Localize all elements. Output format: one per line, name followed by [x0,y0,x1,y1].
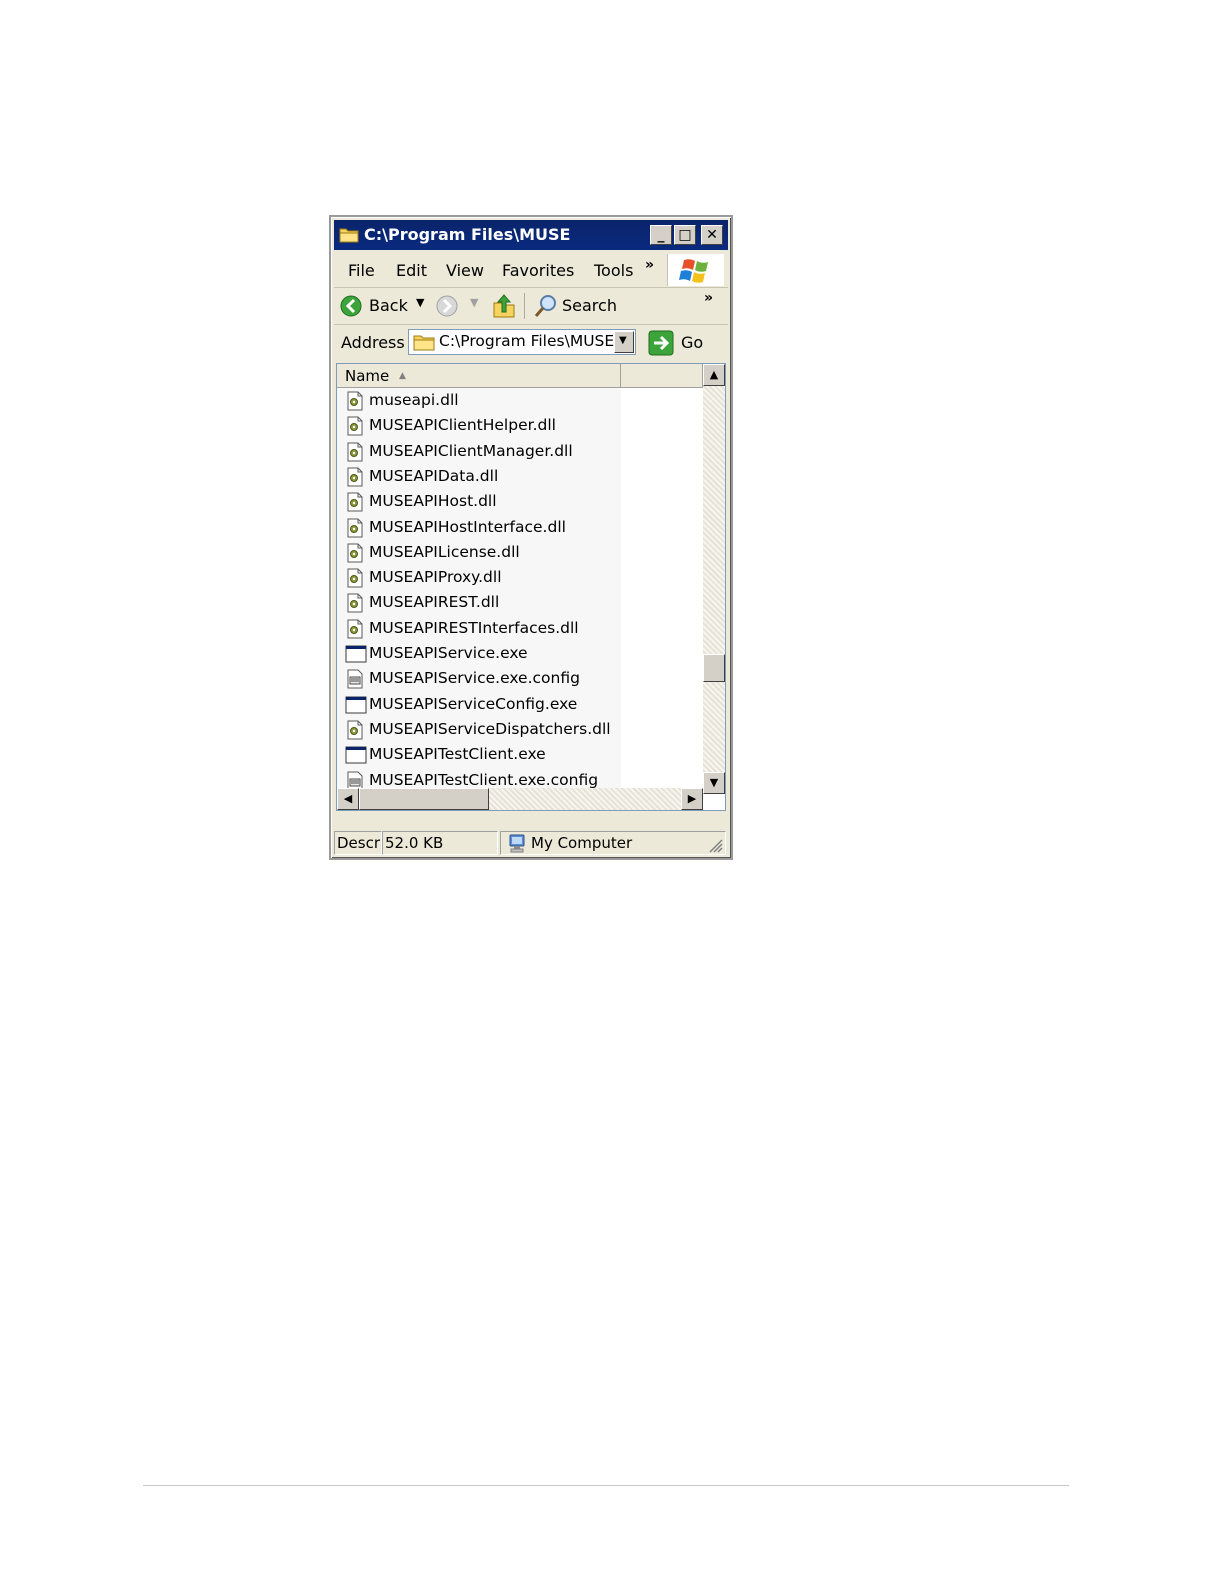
close-icon: ✕ [706,227,718,243]
file-name: MUSEAPIService.exe [369,644,528,662]
windows-logo [667,254,724,286]
menu-file[interactable]: File [348,261,375,280]
status-bar: Descri 52.0 KB My Computer [334,829,728,857]
toolbar-overflow-chevron-icon[interactable]: » [704,290,713,306]
minimize-button[interactable]: _ [650,225,672,245]
folder-up-icon[interactable] [492,293,516,319]
file-name: MUSEAPIData.dll [369,466,499,485]
address-dropdown-button[interactable]: ▼ [614,331,634,353]
column-header-empty[interactable] [621,364,703,388]
scroll-up-button[interactable]: ▲ [703,364,725,386]
config-icon [345,669,365,689]
scroll-down-button[interactable]: ▼ [703,772,725,794]
file-name: MUSEAPIHostInterface.dll [369,517,566,536]
back-arrow-icon[interactable] [340,295,362,317]
maximize-button[interactable]: □ [674,225,696,245]
close-button[interactable]: ✕ [701,225,723,245]
dll-icon [345,492,365,512]
resize-grip-icon[interactable] [707,837,723,853]
status-size: 52.0 KB [382,831,498,855]
address-value: C:\Program Files\MUSE [439,332,615,350]
file-name: MUSEAPIREST.dll [369,593,500,612]
go-arrow-icon[interactable] [648,330,674,356]
dll-icon [345,568,365,588]
file-name: MUSEAPIProxy.dll [369,568,502,587]
forward-dropdown-icon[interactable]: ▼ [470,296,478,309]
file-name: museapi.dll [369,391,459,409]
status-zone: My Computer [500,831,726,855]
window-title: C:\Program Files\MUSE [364,225,571,244]
title-bar[interactable]: C:\Program Files\MUSE _ □ ✕ [334,220,728,250]
dll-icon [345,467,365,487]
scroll-left-button[interactable]: ◀ [337,788,359,810]
file-name: MUSEAPIRESTInterfaces.dll [369,618,579,637]
arrow-up-icon: ▲ [709,368,719,381]
dll-icon [345,442,365,462]
forward-arrow-icon[interactable] [436,295,458,317]
address-bar: Address C:\Program Files\MUSE ▼ Go [334,325,728,361]
horizontal-scrollbar[interactable]: ◀ ▶ [337,788,703,810]
dll-icon [345,416,365,436]
dll-icon [345,619,365,639]
file-name: MUSEAPIServiceDispatchers.dll [369,719,611,738]
menu-bar: File Edit View Favorites Tools » [334,253,728,288]
explorer-window: C:\Program Files\MUSE _ □ ✕ File Edit Vi… [329,215,733,860]
folder-icon [339,228,359,243]
dll-icon [345,391,365,411]
dll-icon [345,593,365,613]
back-dropdown-icon[interactable]: ▼ [416,296,424,309]
address-field[interactable]: C:\Program Files\MUSE ▼ [408,329,636,355]
status-description: Descri [334,831,382,855]
standard-toolbar: Back ▼ ▼ Search » [334,288,728,325]
file-name: MUSEAPIClientHelper.dll [369,416,556,435]
file-list[interactable]: Name ▲ museapi.dll MUSEAPIClientHelper.dl… [336,363,726,811]
address-folder-icon [413,335,435,351]
menu-view[interactable]: View [446,261,484,280]
status-zone-label: My Computer [531,834,633,852]
menu-tools[interactable]: Tools [594,261,633,280]
toolbar-separator [524,293,525,319]
dll-icon [345,518,365,538]
exe-icon [345,695,367,715]
column-header-name[interactable]: Name ▲ [337,364,621,388]
arrow-left-icon: ◀ [343,792,353,805]
file-name: MUSEAPIHost.dll [369,492,497,511]
vertical-scroll-thumb[interactable] [703,654,725,682]
search-button[interactable]: Search [562,296,617,315]
minimize-icon: _ [657,227,665,243]
sort-ascending-icon: ▲ [399,371,406,381]
arrow-down-icon: ▼ [709,776,719,789]
exe-icon [345,745,367,765]
column-name-label: Name [345,367,390,385]
file-name: MUSEAPIService.exe.config [369,669,580,688]
file-name: MUSEAPIServiceConfig.exe [369,694,578,713]
scroll-right-button[interactable]: ▶ [681,788,703,810]
go-button[interactable]: Go [681,333,703,352]
menu-favorites[interactable]: Favorites [502,261,574,280]
windows-flag-icon [679,259,708,283]
dll-icon [345,720,365,740]
menu-edit[interactable]: Edit [396,261,427,280]
file-name: MUSEAPILicense.dll [369,542,520,561]
menu-overflow-chevron-icon[interactable]: » [645,257,654,273]
page-footer-rule [143,1485,1069,1486]
vertical-scrollbar[interactable]: ▲ ▼ [703,364,725,794]
exe-icon [345,644,367,664]
my-computer-icon [509,834,525,853]
file-name: MUSEAPITestClient.exe [369,745,546,764]
file-name: MUSEAPIClientManager.dll [369,441,573,460]
maximize-icon: □ [678,227,692,243]
arrow-right-icon: ▶ [687,792,697,805]
dll-icon [345,543,365,563]
back-button[interactable]: Back [369,296,408,315]
chevron-down-icon: ▼ [619,335,627,346]
address-label: Address [341,333,405,352]
search-icon[interactable] [534,294,558,318]
horizontal-scroll-thumb[interactable] [359,788,489,810]
